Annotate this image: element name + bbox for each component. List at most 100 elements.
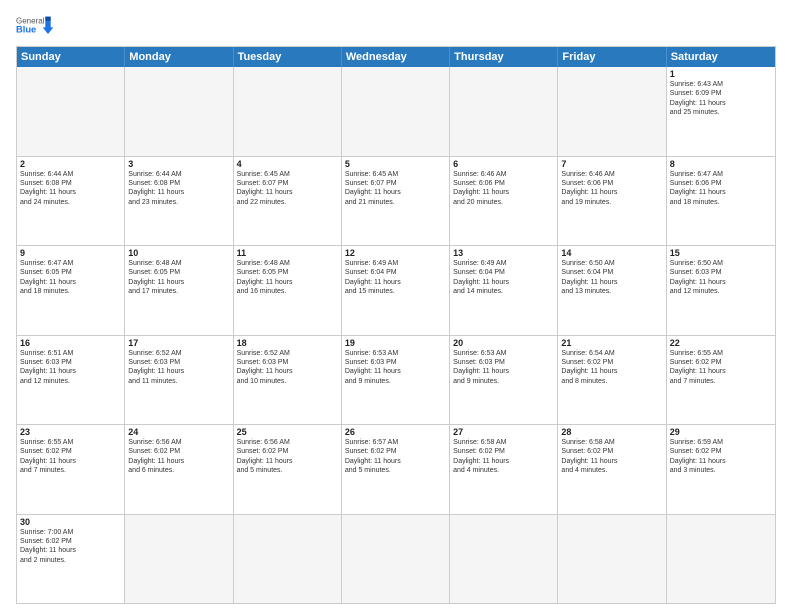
day-number: 29 (670, 427, 772, 437)
calendar-cell: 17Sunrise: 6:52 AM Sunset: 6:03 PM Dayli… (125, 336, 233, 425)
cell-info: Sunrise: 6:54 AM Sunset: 6:02 PM Dayligh… (561, 349, 662, 387)
cell-info: Sunrise: 6:49 AM Sunset: 6:04 PM Dayligh… (453, 259, 554, 297)
header-day-sunday: Sunday (17, 47, 125, 67)
day-number: 20 (453, 338, 554, 348)
page: General Blue SundayMondayTuesdayWednesda… (0, 0, 792, 612)
day-number: 11 (237, 248, 338, 258)
calendar-cell (450, 515, 558, 604)
calendar-cell: 12Sunrise: 6:49 AM Sunset: 6:04 PM Dayli… (342, 246, 450, 335)
cell-info: Sunrise: 7:00 AM Sunset: 6:02 PM Dayligh… (20, 528, 121, 566)
day-number: 5 (345, 159, 446, 169)
day-number: 10 (128, 248, 229, 258)
header-day-thursday: Thursday (450, 47, 558, 67)
cell-info: Sunrise: 6:43 AM Sunset: 6:09 PM Dayligh… (670, 80, 772, 118)
calendar-cell: 19Sunrise: 6:53 AM Sunset: 6:03 PM Dayli… (342, 336, 450, 425)
calendar-cell (234, 515, 342, 604)
cell-info: Sunrise: 6:45 AM Sunset: 6:07 PM Dayligh… (237, 170, 338, 208)
calendar-cell: 25Sunrise: 6:56 AM Sunset: 6:02 PM Dayli… (234, 425, 342, 514)
day-number: 28 (561, 427, 662, 437)
svg-text:Blue: Blue (16, 25, 36, 35)
calendar-cell: 30Sunrise: 7:00 AM Sunset: 6:02 PM Dayli… (17, 515, 125, 604)
cell-info: Sunrise: 6:50 AM Sunset: 6:04 PM Dayligh… (561, 259, 662, 297)
cell-info: Sunrise: 6:57 AM Sunset: 6:02 PM Dayligh… (345, 438, 446, 476)
cell-info: Sunrise: 6:56 AM Sunset: 6:02 PM Dayligh… (237, 438, 338, 476)
calendar-cell (342, 515, 450, 604)
calendar-cell: 8Sunrise: 6:47 AM Sunset: 6:06 PM Daylig… (667, 157, 775, 246)
day-number: 6 (453, 159, 554, 169)
cell-info: Sunrise: 6:45 AM Sunset: 6:07 PM Dayligh… (345, 170, 446, 208)
calendar-cell: 26Sunrise: 6:57 AM Sunset: 6:02 PM Dayli… (342, 425, 450, 514)
day-number: 15 (670, 248, 772, 258)
calendar-cell: 22Sunrise: 6:55 AM Sunset: 6:02 PM Dayli… (667, 336, 775, 425)
calendar-cell: 7Sunrise: 6:46 AM Sunset: 6:06 PM Daylig… (558, 157, 666, 246)
calendar-cell: 11Sunrise: 6:48 AM Sunset: 6:05 PM Dayli… (234, 246, 342, 335)
day-number: 1 (670, 69, 772, 79)
cell-info: Sunrise: 6:59 AM Sunset: 6:02 PM Dayligh… (670, 438, 772, 476)
calendar-row-2: 9Sunrise: 6:47 AM Sunset: 6:05 PM Daylig… (17, 245, 775, 335)
day-number: 4 (237, 159, 338, 169)
calendar-row-5: 30Sunrise: 7:00 AM Sunset: 6:02 PM Dayli… (17, 514, 775, 604)
cell-info: Sunrise: 6:55 AM Sunset: 6:02 PM Dayligh… (670, 349, 772, 387)
header: General Blue (16, 12, 776, 40)
cell-info: Sunrise: 6:49 AM Sunset: 6:04 PM Dayligh… (345, 259, 446, 297)
day-number: 14 (561, 248, 662, 258)
calendar-cell: 27Sunrise: 6:58 AM Sunset: 6:02 PM Dayli… (450, 425, 558, 514)
svg-text:General: General (16, 16, 45, 25)
day-number: 24 (128, 427, 229, 437)
day-number: 8 (670, 159, 772, 169)
calendar-cell (558, 67, 666, 156)
calendar-cell (125, 515, 233, 604)
cell-info: Sunrise: 6:58 AM Sunset: 6:02 PM Dayligh… (453, 438, 554, 476)
calendar-cell: 6Sunrise: 6:46 AM Sunset: 6:06 PM Daylig… (450, 157, 558, 246)
day-number: 22 (670, 338, 772, 348)
day-number: 2 (20, 159, 121, 169)
day-number: 16 (20, 338, 121, 348)
cell-info: Sunrise: 6:44 AM Sunset: 6:08 PM Dayligh… (20, 170, 121, 208)
calendar-cell: 29Sunrise: 6:59 AM Sunset: 6:02 PM Dayli… (667, 425, 775, 514)
cell-info: Sunrise: 6:46 AM Sunset: 6:06 PM Dayligh… (561, 170, 662, 208)
cell-info: Sunrise: 6:52 AM Sunset: 6:03 PM Dayligh… (128, 349, 229, 387)
cell-info: Sunrise: 6:56 AM Sunset: 6:02 PM Dayligh… (128, 438, 229, 476)
calendar-cell: 5Sunrise: 6:45 AM Sunset: 6:07 PM Daylig… (342, 157, 450, 246)
calendar-row-4: 23Sunrise: 6:55 AM Sunset: 6:02 PM Dayli… (17, 424, 775, 514)
logo-icon: General Blue (16, 12, 56, 40)
calendar-cell (558, 515, 666, 604)
calendar-row-0: 1Sunrise: 6:43 AM Sunset: 6:09 PM Daylig… (17, 67, 775, 156)
day-number: 30 (20, 517, 121, 527)
cell-info: Sunrise: 6:53 AM Sunset: 6:03 PM Dayligh… (453, 349, 554, 387)
cell-info: Sunrise: 6:46 AM Sunset: 6:06 PM Dayligh… (453, 170, 554, 208)
calendar-cell: 21Sunrise: 6:54 AM Sunset: 6:02 PM Dayli… (558, 336, 666, 425)
cell-info: Sunrise: 6:47 AM Sunset: 6:06 PM Dayligh… (670, 170, 772, 208)
calendar-cell (450, 67, 558, 156)
header-day-monday: Monday (125, 47, 233, 67)
cell-info: Sunrise: 6:47 AM Sunset: 6:05 PM Dayligh… (20, 259, 121, 297)
day-number: 13 (453, 248, 554, 258)
calendar-cell: 24Sunrise: 6:56 AM Sunset: 6:02 PM Dayli… (125, 425, 233, 514)
calendar-row-3: 16Sunrise: 6:51 AM Sunset: 6:03 PM Dayli… (17, 335, 775, 425)
header-day-tuesday: Tuesday (234, 47, 342, 67)
calendar-cell: 1Sunrise: 6:43 AM Sunset: 6:09 PM Daylig… (667, 67, 775, 156)
calendar-cell: 2Sunrise: 6:44 AM Sunset: 6:08 PM Daylig… (17, 157, 125, 246)
calendar-cell (17, 67, 125, 156)
calendar-cell: 18Sunrise: 6:52 AM Sunset: 6:03 PM Dayli… (234, 336, 342, 425)
cell-info: Sunrise: 6:52 AM Sunset: 6:03 PM Dayligh… (237, 349, 338, 387)
cell-info: Sunrise: 6:58 AM Sunset: 6:02 PM Dayligh… (561, 438, 662, 476)
calendar-cell: 16Sunrise: 6:51 AM Sunset: 6:03 PM Dayli… (17, 336, 125, 425)
calendar-body: 1Sunrise: 6:43 AM Sunset: 6:09 PM Daylig… (17, 67, 775, 603)
calendar-header: SundayMondayTuesdayWednesdayThursdayFrid… (17, 47, 775, 67)
cell-info: Sunrise: 6:53 AM Sunset: 6:03 PM Dayligh… (345, 349, 446, 387)
calendar-cell: 3Sunrise: 6:44 AM Sunset: 6:08 PM Daylig… (125, 157, 233, 246)
calendar-cell: 20Sunrise: 6:53 AM Sunset: 6:03 PM Dayli… (450, 336, 558, 425)
day-number: 25 (237, 427, 338, 437)
calendar-cell (234, 67, 342, 156)
calendar-cell: 10Sunrise: 6:48 AM Sunset: 6:05 PM Dayli… (125, 246, 233, 335)
day-number: 18 (237, 338, 338, 348)
day-number: 17 (128, 338, 229, 348)
calendar-cell (342, 67, 450, 156)
day-number: 23 (20, 427, 121, 437)
calendar-cell: 23Sunrise: 6:55 AM Sunset: 6:02 PM Dayli… (17, 425, 125, 514)
header-day-friday: Friday (558, 47, 666, 67)
cell-info: Sunrise: 6:44 AM Sunset: 6:08 PM Dayligh… (128, 170, 229, 208)
calendar-cell: 14Sunrise: 6:50 AM Sunset: 6:04 PM Dayli… (558, 246, 666, 335)
day-number: 7 (561, 159, 662, 169)
